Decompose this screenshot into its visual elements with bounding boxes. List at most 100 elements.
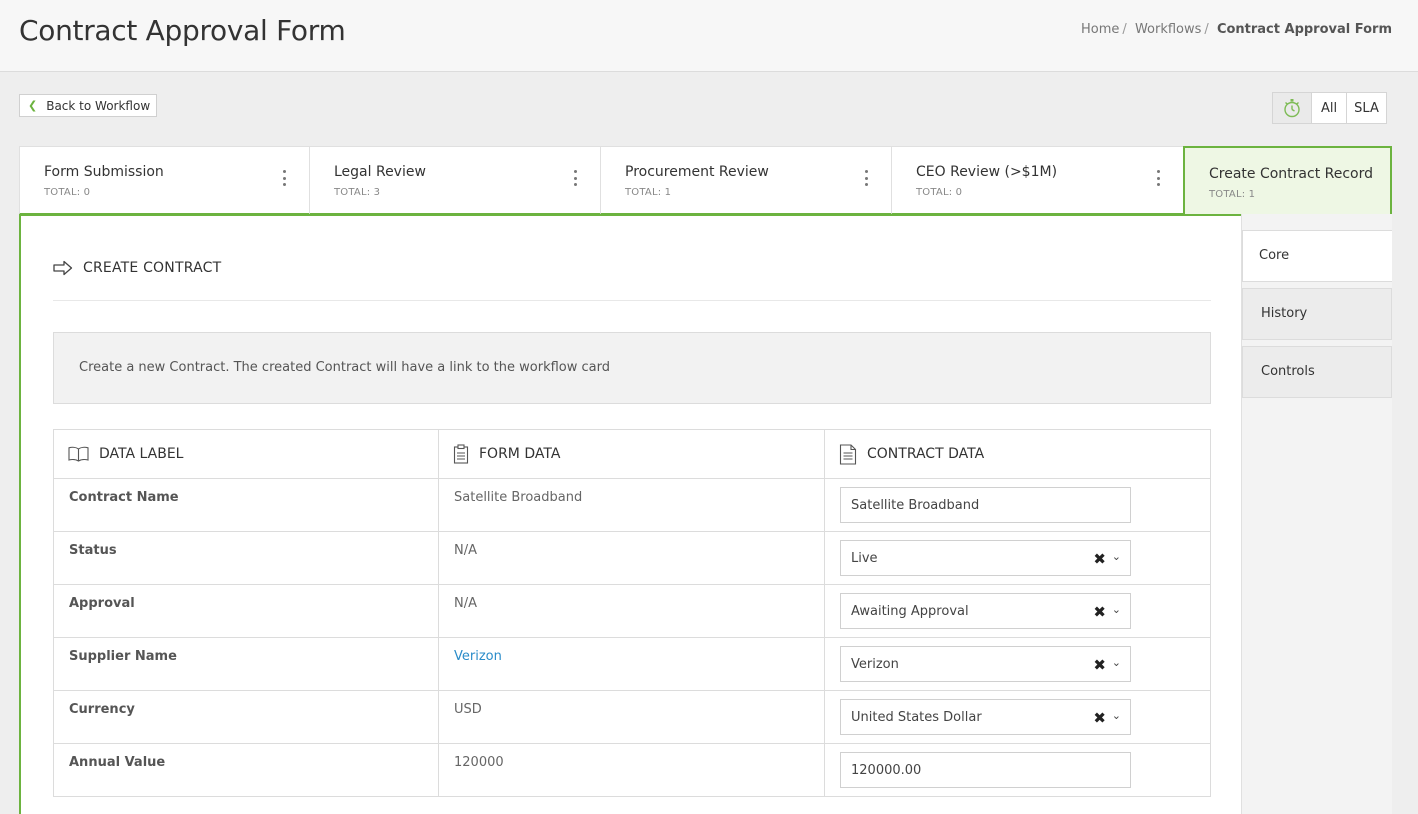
document-icon [839,443,857,465]
stage-tab-form-submission[interactable]: Form Submission TOTAL: 0 [19,146,310,215]
stage-tab-legal-review[interactable]: Legal Review TOTAL: 3 [309,146,601,215]
status-select[interactable]: Live ✖ ⌄ [840,540,1131,576]
annual-value-input[interactable]: 120000.00 [840,752,1131,788]
panel-heading: CREATE CONTRACT [53,260,221,276]
stage-total: TOTAL: 1 [625,187,672,198]
chevron-down-icon[interactable]: ⌄ [1112,550,1121,563]
column-header-form-data: FORM DATA [438,429,825,479]
supplier-select[interactable]: Verizon ✖ ⌄ [840,646,1131,682]
clear-icon[interactable]: ✖ [1093,656,1106,674]
approval-select[interactable]: Awaiting Approval ✖ ⌄ [840,593,1131,629]
column-header-text: FORM DATA [479,446,561,462]
contract-name-input[interactable]: Satellite Broadband [840,487,1131,523]
row-label: Status [53,531,439,585]
book-icon [68,446,89,462]
column-header-data-label: DATA LABEL [53,429,439,479]
breadcrumb-workflows[interactable]: Workflows [1135,22,1201,37]
row-form-value: 120000 [438,743,825,797]
stage-name: Procurement Review [625,164,769,180]
breadcrumb: Home / Workflows / Contract Approval Form [1081,22,1392,37]
side-tab-history[interactable]: History [1242,288,1392,340]
stage-total: TOTAL: 3 [334,187,381,198]
stage-total: TOTAL: 0 [44,187,91,198]
stage-tab-procurement-review[interactable]: Procurement Review TOTAL: 1 [600,146,892,215]
contract-data-table: DATA LABEL FORM DATA CONTRACT DATA Contr… [53,429,1211,797]
supplier-link[interactable]: Verizon [454,649,502,664]
currency-select[interactable]: United States Dollar ✖ ⌄ [840,699,1131,735]
stage-name: Create Contract Record [1209,166,1374,182]
chevron-down-icon[interactable]: ⌄ [1112,656,1121,669]
side-tabs: Core History Controls [1241,214,1392,814]
filter-group: All SLA [1272,92,1387,124]
select-value: Verizon [851,656,899,672]
select-value: United States Dollar [851,709,982,725]
row-form-value: Satellite Broadband [438,478,825,532]
clipboard-icon [453,444,469,464]
row-contract-cell: Verizon ✖ ⌄ [824,637,1211,691]
side-tab-core[interactable]: Core [1242,230,1392,282]
input-value: Satellite Broadband [851,497,980,513]
column-header-text: DATA LABEL [99,446,184,462]
clear-icon[interactable]: ✖ [1093,603,1106,621]
breadcrumb-current: Contract Approval Form [1216,22,1392,37]
row-form-value: Verizon [438,637,825,691]
table-row: Contract Name Satellite Broadband Satell… [53,478,1211,532]
back-to-workflow-label: Back to Workflow [46,98,151,113]
stage-name: Form Submission [44,164,164,180]
filter-all-button[interactable]: All [1311,93,1346,123]
table-row: Currency USD United States Dollar ✖ ⌄ [53,690,1211,744]
input-value: 120000.00 [851,762,922,778]
row-contract-cell: Live ✖ ⌄ [824,531,1211,585]
arrow-right-icon [53,260,73,276]
row-label: Currency [53,690,439,744]
row-form-value: N/A [438,531,825,585]
page-header: Contract Approval Form Home / Workflows / … [0,0,1418,72]
breadcrumb-home[interactable]: Home [1081,22,1119,37]
row-form-value: N/A [438,584,825,638]
row-label: Annual Value [53,743,439,797]
table-row: Annual Value 120000 120000.00 [53,743,1211,797]
stage-tab-ceo-review[interactable]: CEO Review (>$1M) TOTAL: 0 [891,146,1184,215]
breadcrumb-separator: / [1204,22,1209,37]
row-contract-cell: 120000.00 [824,743,1211,797]
table-row: Approval N/A Awaiting Approval ✖ ⌄ [53,584,1211,638]
kebab-menu-icon[interactable] [865,170,869,186]
row-label: Supplier Name [53,637,439,691]
chevron-down-icon[interactable]: ⌄ [1112,709,1121,722]
stage-total: TOTAL: 0 [916,187,963,198]
stage-name: CEO Review (>$1M) [916,164,1058,180]
stage-total: TOTAL: 1 [1209,189,1256,200]
divider [53,300,1211,301]
row-form-value: USD [438,690,825,744]
table-row: Supplier Name Verizon Verizon ✖ ⌄ [53,637,1211,691]
stopwatch-icon [1284,99,1300,118]
kebab-menu-icon[interactable] [283,170,287,186]
side-tab-controls[interactable]: Controls [1242,346,1392,398]
chevron-down-icon[interactable]: ⌄ [1112,603,1121,616]
row-contract-cell: United States Dollar ✖ ⌄ [824,690,1211,744]
clear-icon[interactable]: ✖ [1093,709,1106,727]
row-label: Contract Name [53,478,439,532]
kebab-menu-icon[interactable] [1157,170,1161,186]
column-header-contract-data: CONTRACT DATA [824,429,1211,479]
table-header-row: DATA LABEL FORM DATA CONTRACT DATA [53,429,1211,479]
stage-tabs: Form Submission TOTAL: 0 Legal Review TO… [19,146,1392,216]
select-value: Awaiting Approval [851,603,969,619]
panel-heading-text: CREATE CONTRACT [83,260,222,276]
stage-tab-create-contract-record[interactable]: Create Contract Record TOTAL: 1 [1183,146,1392,216]
column-header-text: CONTRACT DATA [867,446,985,462]
breadcrumb-separator: / [1122,22,1127,37]
row-contract-cell: Awaiting Approval ✖ ⌄ [824,584,1211,638]
row-label: Approval [53,584,439,638]
stage-name: Legal Review [334,164,426,180]
filter-sla-button[interactable]: SLA [1346,93,1386,123]
page-title: Contract Approval Form [19,14,346,47]
row-contract-cell: Satellite Broadband [824,478,1211,532]
info-message: Create a new Contract. The created Contr… [53,332,1211,404]
clear-icon[interactable]: ✖ [1093,550,1106,568]
back-to-workflow-button[interactable]: ❮ Back to Workflow [19,94,158,117]
create-contract-panel: CREATE CONTRACT Create a new Contract. T… [19,214,1241,814]
stopwatch-filter-button[interactable] [1273,93,1311,123]
select-value: Live [851,550,878,566]
kebab-menu-icon[interactable] [574,170,578,186]
